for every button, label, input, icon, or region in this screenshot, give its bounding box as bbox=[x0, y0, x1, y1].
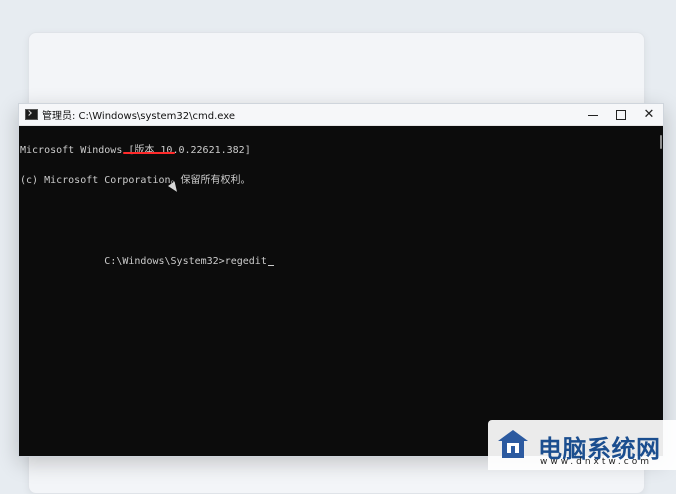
maximize-button[interactable] bbox=[607, 104, 635, 125]
minimize-icon bbox=[588, 114, 598, 116]
prompt-command: C:\Windows\System32>regedit bbox=[56, 247, 274, 277]
prompt-text: C:\Windows\System32>regedit bbox=[104, 256, 267, 267]
house-logo-icon bbox=[498, 430, 528, 458]
console-line-3 bbox=[20, 206, 649, 217]
cmd-window[interactable]: 管理员: C:\Windows\system32\cmd.exe ✕ Micro… bbox=[18, 103, 664, 457]
close-button[interactable]: ✕ bbox=[635, 104, 663, 125]
console-line-2: (c) Microsoft Corporation。保留所有权利。 bbox=[20, 175, 251, 186]
text-cursor bbox=[267, 265, 274, 266]
console-output[interactable]: Microsoft Windows [版本 10.0.22621.382] (c… bbox=[19, 126, 649, 456]
cmd-icon bbox=[25, 109, 38, 120]
title-bar[interactable]: 管理员: C:\Windows\system32\cmd.exe ✕ bbox=[19, 104, 663, 126]
window-title: 管理员: C:\Windows\system32\cmd.exe bbox=[42, 111, 236, 122]
minimize-button[interactable] bbox=[579, 104, 607, 125]
close-icon: ✕ bbox=[643, 107, 655, 122]
console-line-1: Microsoft Windows [版本 10.0.22621.382] bbox=[20, 145, 251, 156]
watermark-logo: 电脑系统网 www.dnxtw.com bbox=[488, 420, 676, 470]
vertical-scrollbar[interactable] bbox=[660, 135, 662, 149]
watermark-site: www.dnxtw.com bbox=[540, 457, 653, 467]
console-line-4: C:\Windows\System32>regedit bbox=[20, 237, 649, 267]
maximize-icon bbox=[616, 109, 626, 120]
command-highlight-underline bbox=[123, 152, 175, 154]
